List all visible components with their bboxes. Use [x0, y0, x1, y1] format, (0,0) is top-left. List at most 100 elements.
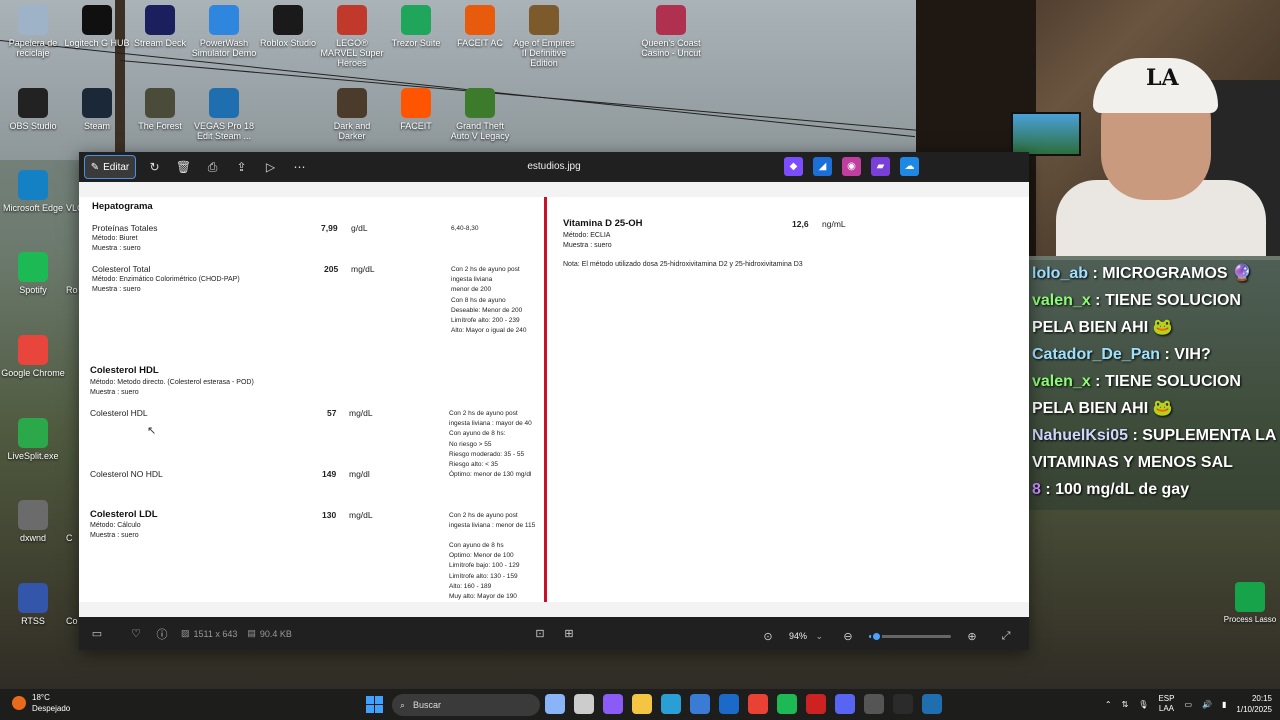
desktop-icon[interactable]: Google Chrome [0, 335, 66, 378]
desktop-icon[interactable]: The Forest [127, 88, 193, 131]
desktop-icon-label: PowerWash Simulator Demo [191, 38, 257, 58]
file-info-icon[interactable]: ⓘ [149, 621, 175, 647]
desktop-icon[interactable]: Co [40, 583, 80, 626]
taskbar-app-icon[interactable] [748, 694, 768, 714]
lang-bottom: LAA [1158, 704, 1175, 713]
network-icon[interactable]: ⇅ [1122, 700, 1129, 709]
fit-to-window-icon[interactable]: ⊡ [527, 620, 553, 646]
desktop-icon[interactable]: LiveSplit.exe [0, 418, 66, 461]
ref-line: Alto: 160 - 189 [449, 582, 492, 590]
zoom-slider[interactable] [869, 630, 951, 642]
desktop-icon[interactable]: Queen's Coast Casino - Uncut [638, 5, 704, 58]
clock-date: 1/10/2025 [1236, 705, 1272, 714]
slideshow-icon[interactable]: ▷ [256, 155, 285, 179]
desktop-icon[interactable]: Stream Deck [127, 5, 193, 48]
ref-line: Con 8 hs de ayuno [451, 296, 506, 304]
taskbar-app-icon[interactable] [603, 694, 623, 714]
taskbar-app-icon[interactable] [864, 694, 884, 714]
desktop-icon[interactable]: Roblox Studio [255, 5, 321, 48]
filmstrip-icon[interactable]: ▭ [84, 621, 110, 647]
vitd-unit: ng/mL [822, 219, 846, 229]
vitd-note: Nota: El método utilizado dosa 25-hidrox… [563, 261, 803, 268]
taskbar-app-icon[interactable] [632, 694, 652, 714]
copilot-icon[interactable]: ◆ [784, 157, 803, 176]
desktop-icon[interactable]: VEGAS Pro 18 Edit Steam ... [191, 88, 257, 141]
desktop-icon[interactable]: VLC [40, 170, 80, 213]
system-tray: ⌃ ⇅ 🎙 ESP LAA ▭ 🔊 ▮ 20:15 1/10/2025 [1105, 693, 1272, 715]
taskbar-search[interactable]: ⌕ Buscar [392, 694, 540, 716]
stream-chat: lolo_ab : MICROGRAMOS 🔮 valen_x : TIENE S… [1028, 260, 1280, 510]
taskbar-app-icon[interactable] [719, 694, 739, 714]
desktop-icon-label: Queen's Coast Casino - Uncut [641, 38, 701, 58]
ref-line: Con 2 hs de ayuno post [451, 266, 520, 273]
display-icon[interactable]: ▭ [1184, 700, 1192, 709]
ldl-sample: Muestra : suero [90, 532, 139, 539]
desktop-icon[interactable]: FACEIT [383, 88, 449, 131]
designer-icon[interactable]: ◢ [813, 157, 832, 176]
more-options-icon[interactable]: ⋯ [285, 155, 314, 179]
chevron-down-icon: ⌄ [815, 630, 824, 641]
taskbar-app-icon[interactable] [574, 694, 594, 714]
weather-widget[interactable]: 18°C Despejado [12, 692, 70, 714]
language-indicator[interactable]: ESP LAA [1158, 694, 1174, 714]
edit-button[interactable]: ✎ Editar [84, 155, 136, 179]
desktop-icon[interactable]: LEGO® MARVEL Super Heroes [319, 5, 385, 68]
print-icon[interactable]: ⎙ [198, 155, 227, 179]
desktop-icon[interactable]: Dark and Darker [319, 88, 385, 141]
volume-icon[interactable]: 🔊 [1202, 700, 1212, 709]
screenshot-icon[interactable]: ⊙ [755, 623, 781, 649]
favorite-heart-icon[interactable]: ♡ [123, 621, 149, 647]
desktop-icon[interactable]: C [40, 500, 80, 543]
no-hdl-label: Colesterol NO HDL [90, 469, 163, 479]
desktop-icon[interactable]: Steam [64, 88, 130, 131]
microphone-icon[interactable]: 🎙 [1138, 700, 1148, 709]
taskbar-app-icon[interactable] [545, 694, 565, 714]
battery-icon[interactable]: ▮ [1222, 700, 1226, 709]
photos-app-icon[interactable]: ☁ [900, 157, 919, 176]
ref-line: Con 2 hs de ayuno post [449, 410, 518, 417]
taskbar-app-icon[interactable] [690, 694, 710, 714]
desktop-icon[interactable]: Age of Empires II Definitive Edition [511, 5, 577, 68]
chevron-up-icon[interactable]: ⌃ [1105, 700, 1112, 709]
taskbar-app-icon[interactable] [806, 694, 826, 714]
clock[interactable]: 20:15 1/10/2025 [1236, 693, 1272, 715]
process-lasso-shortcut[interactable]: Process Lasso [1222, 582, 1278, 624]
desktop-icon-label: LiveSplit.exe [7, 451, 59, 461]
zoom-slider-thumb[interactable] [870, 630, 882, 642]
fullscreen-icon[interactable]: ⤢ [993, 623, 1019, 649]
desktop-icon[interactable]: FACEIT AC [447, 5, 513, 48]
rotate-icon[interactable]: ↻ [140, 155, 169, 179]
proteinas-sample: Muestra : suero [92, 245, 141, 252]
desktop-icon[interactable]: Grand Theft Auto V Legacy [447, 88, 513, 141]
taskbar-app-icon[interactable] [893, 694, 913, 714]
desktop-icon[interactable]: Ro [40, 252, 80, 295]
no-hdl-ref: Óptimo: menor de 130 mg/dl [449, 471, 532, 478]
hdl-section-title: Colesterol HDL [90, 365, 159, 376]
zoom-level-dropdown[interactable]: 94% ⌄ [789, 631, 827, 642]
mouse-cursor: ↖ [147, 425, 157, 437]
desktop-icon[interactable]: PowerWash Simulator Demo [191, 5, 257, 58]
desktop-icon[interactable]: Logitech G HUB [64, 5, 130, 48]
video-editor-icon[interactable]: ▰ [871, 157, 890, 176]
taskbar-app-icon[interactable] [661, 694, 681, 714]
taskbar-app-icon[interactable] [777, 694, 797, 714]
ref-line: Muy alto: Mayor de 190 [449, 593, 517, 601]
clipchamp-icon[interactable]: ◉ [842, 157, 861, 176]
desktop-icon[interactable]: OBS Studio [0, 88, 66, 131]
share-icon[interactable]: ⇪ [227, 155, 256, 179]
start-button[interactable] [366, 696, 383, 713]
actual-size-icon[interactable]: ⊞ [556, 620, 582, 646]
toolbar-app-shortcuts: ◆ ◢ ◉ ▰ ☁ [784, 157, 919, 176]
ref-line: Optimo: Menor de 100 [449, 552, 514, 560]
zoom-in-icon[interactable]: ⊕ [959, 623, 985, 649]
zoom-out-icon[interactable]: ⊖ [835, 623, 861, 649]
taskbar-app-icon[interactable] [835, 694, 855, 714]
weather-desc: Despejado [32, 704, 71, 713]
hdl-ref: Con 2 hs de ayuno post ingesta liviana :… [449, 409, 532, 470]
vitd-sample: Muestra : suero [563, 242, 612, 249]
taskbar-app-icon[interactable] [922, 694, 942, 714]
delete-icon[interactable]: 🗑 [169, 155, 198, 179]
desktop-icon[interactable]: Trezor Suite [383, 5, 449, 48]
desktop-icon[interactable]: Papelera de reciclaje [0, 5, 66, 58]
colesterol-total-ref: Con 2 hs de ayuno post ingesta liviana m… [451, 265, 527, 336]
